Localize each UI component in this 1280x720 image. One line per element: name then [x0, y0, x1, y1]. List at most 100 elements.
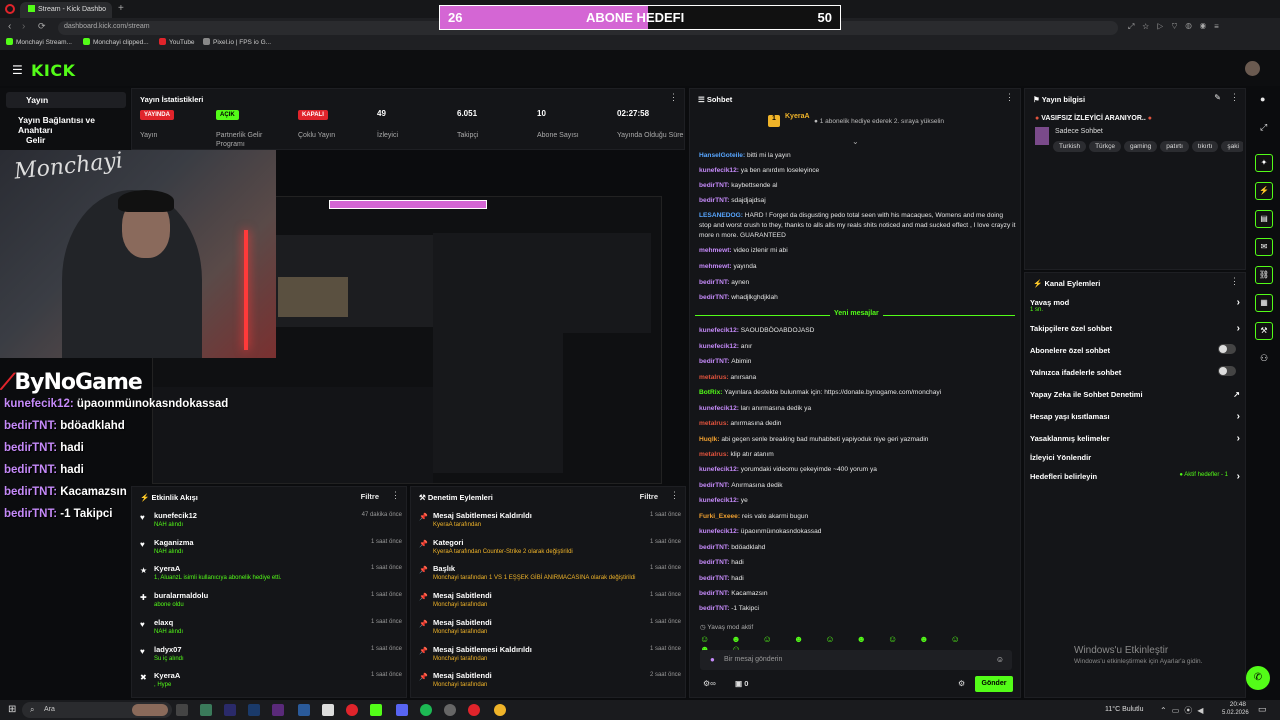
send-button[interactable]: Gönder [975, 676, 1013, 692]
chat-user[interactable]: metalrus: [699, 374, 731, 381]
channel-action[interactable]: İzleyici Yönlendir [1030, 453, 1240, 462]
chat-user[interactable]: BotRix: [699, 389, 724, 396]
notepad-icon[interactable] [322, 704, 334, 716]
more-icon[interactable]: ⋮ [391, 491, 400, 500]
chat-user[interactable]: bedirTNT: [699, 605, 731, 612]
chat-user[interactable]: bedirTNT: [699, 559, 731, 566]
sidebar-bolt-icon[interactable]: ⚡ [1255, 182, 1273, 200]
toggle-switch[interactable] [1218, 344, 1236, 354]
chat-user[interactable]: mehmewt: [699, 263, 733, 270]
spotify-icon[interactable] [420, 704, 432, 716]
chat-user[interactable]: Furki_Exeee: [699, 513, 742, 520]
tray-icons[interactable]: ⌃▭⦿◀ [1160, 705, 1208, 716]
moderation-row[interactable]: 📌 Mesaj Sabitlemesi Kaldırıldı KyeraA tara… [419, 511, 681, 537]
channel-action[interactable]: Yalnızca ifadelerle sohbet [1030, 366, 1240, 377]
bookmark-monchayi-clipped[interactable]: Monchayi clipped... [83, 38, 149, 46]
chat-user[interactable]: bedirTNT: [699, 358, 731, 365]
edit-icon[interactable]: ✎ [1214, 93, 1221, 102]
channel-action[interactable]: Yavaş mod 1 sn. › [1030, 297, 1240, 313]
tag[interactable]: tıkırtı [1191, 141, 1219, 152]
tag[interactable]: şaki [1221, 141, 1243, 152]
taskview-icon[interactable] [176, 704, 188, 716]
channel-action[interactable]: Yapay Zeka ile Sohbet Denetimi ↗ [1030, 390, 1240, 399]
toggle-switch[interactable] [1218, 366, 1236, 376]
sidebar-link-icon[interactable]: ⛓ [1255, 266, 1273, 284]
sidebar-wrench-icon[interactable]: ⚒ [1255, 322, 1273, 340]
more-icon[interactable]: ⋮ [1230, 93, 1239, 102]
emote-row[interactable]: ☺☻☺☻☺☻☺☻☺☻☺ [700, 634, 1012, 654]
channel-action[interactable]: Yasaklanmış kelimeler › [1030, 433, 1240, 444]
moderation-row[interactable]: 📌 Mesaj Sabitlendi Monchayi tarafından 1 sa… [419, 618, 681, 644]
channel-action[interactable]: Takipçilere özel sohbet › [1030, 323, 1240, 334]
activity-row[interactable]: ♥ kunefecik12 NAH alındı 47 dakika önce [140, 511, 402, 537]
sidebar-expand-icon[interactable]: ⤢ [1260, 122, 1267, 133]
opera-logo-icon[interactable] [5, 4, 15, 14]
chat-user[interactable]: bedirTNT: [699, 590, 731, 597]
nav-item-gelir[interactable]: Gelir [6, 132, 126, 148]
chat-user[interactable]: bedirTNT: [699, 294, 731, 301]
more-icon[interactable]: ⋮ [1230, 277, 1239, 286]
chat-user[interactable]: bedirTNT: [699, 197, 731, 204]
sidebar-chat-icon[interactable]: ✉ [1255, 238, 1273, 256]
chat-user[interactable]: kunefecik12: [699, 497, 741, 504]
sidebar-doc-icon[interactable]: ▤ [1255, 210, 1273, 228]
app-icon[interactable] [298, 704, 310, 716]
channel-action[interactable]: Hesap yaşı kısıtlaması › [1030, 411, 1240, 422]
obs-icon[interactable] [444, 704, 456, 716]
tag[interactable]: gaming [1123, 141, 1158, 152]
kick-logo[interactable]: KICK [31, 61, 76, 80]
sidebar-info-icon[interactable]: ● [1260, 94, 1265, 104]
more-icon[interactable]: ⋮ [670, 491, 679, 500]
avatar[interactable] [1245, 61, 1260, 76]
activity-filter-button[interactable]: Filtre [361, 492, 379, 501]
chat-user[interactable]: LESANEDOG: [699, 212, 745, 219]
mod-filter-button[interactable]: Filtre [640, 492, 658, 501]
activity-row[interactable]: ✖ KyeraA, Hype 1 saat önce [140, 671, 402, 697]
moderation-row[interactable]: 📌 Kategori KyeraA tarafından Counter-Strik… [419, 538, 681, 564]
points-icon[interactable]: ⚙∞ [703, 679, 716, 688]
sidebar-users-icon[interactable]: ⚇ [1260, 353, 1268, 364]
chat-user[interactable]: kunefecik12: [699, 405, 741, 412]
notifications-icon[interactable]: ▭ [1258, 704, 1267, 715]
moderation-row[interactable]: 📌 Başlık Monchayi tarafından 1 VS 1 EŞŞEK … [419, 564, 681, 590]
chat-user[interactable]: HanselGoteile: [699, 152, 747, 159]
chat-user[interactable]: bedirTNT: [699, 279, 731, 286]
chat-user[interactable]: kunefecik12: [699, 343, 741, 350]
tag[interactable]: Turkish [1053, 141, 1087, 152]
more-icon[interactable]: ⋮ [669, 93, 678, 102]
sidebar-page-icon[interactable]: ▦ [1255, 294, 1273, 312]
chat-user[interactable]: metalrus: [699, 451, 731, 458]
kick-icon[interactable] [370, 704, 382, 716]
scroll-down-icon[interactable]: ⌄ [852, 137, 859, 146]
bookmark-monchayi-stream[interactable]: Monchayi Stream... [6, 38, 72, 46]
activity-row[interactable]: ♥ elaxq NAH alındı 1 saat önce [140, 618, 402, 644]
chat-user[interactable]: mehmewt: [699, 247, 733, 254]
sidebar-scene-icon[interactable]: ✦ [1255, 154, 1273, 172]
forward-icon[interactable]: › [22, 21, 25, 32]
sidebar-support-icon[interactable]: ✆ [1246, 666, 1270, 690]
activity-row[interactable]: ♥ Kaganizma NAH alındı 1 saat önce [140, 538, 402, 564]
chrome-icon[interactable] [494, 704, 506, 716]
mic-icon[interactable]: ● [710, 655, 715, 664]
new-tab-icon[interactable]: + [118, 3, 124, 14]
premiere-icon[interactable] [224, 704, 236, 716]
emoji-icon[interactable]: ☺ [996, 655, 1004, 664]
taskbar-search[interactable]: ⌕ Ara [22, 702, 172, 718]
opera-gx-icon[interactable] [468, 704, 480, 716]
more-icon[interactable]: ⋮ [1005, 93, 1014, 102]
activity-row[interactable]: ✚ buralarmaldolu abone oldu 1 saat önce [140, 591, 402, 617]
nav-item-yayin[interactable]: Yayın [6, 92, 126, 108]
activity-row[interactable]: ♥ ladyx07 Su iç alındı 1 saat önce [140, 645, 402, 671]
menu-icon[interactable]: ☰ [12, 63, 23, 77]
category-thumbnail[interactable] [1035, 127, 1049, 145]
chat-user[interactable]: kunefecik12: [699, 327, 741, 334]
chat-user[interactable]: bedirTNT: [699, 182, 731, 189]
chat-user[interactable]: bedirTNT: [699, 482, 731, 489]
chat-settings-icon[interactable]: ⚙ [958, 679, 965, 688]
chat-user[interactable]: Huqlk: [699, 436, 721, 443]
bookmark-youtube[interactable]: YouTube [159, 38, 195, 46]
bookmark-pixel[interactable]: Pixel.io | FPS io G... [203, 38, 271, 46]
channel-action[interactable]: Hedefleri belirleyin ● Aktif hedefler - 1… [1030, 471, 1240, 482]
moderation-row[interactable]: 📌 Mesaj Sabitlendi Monchayi tarafından 1 sa… [419, 591, 681, 617]
chat-user[interactable]: bedirTNT: [699, 544, 731, 551]
